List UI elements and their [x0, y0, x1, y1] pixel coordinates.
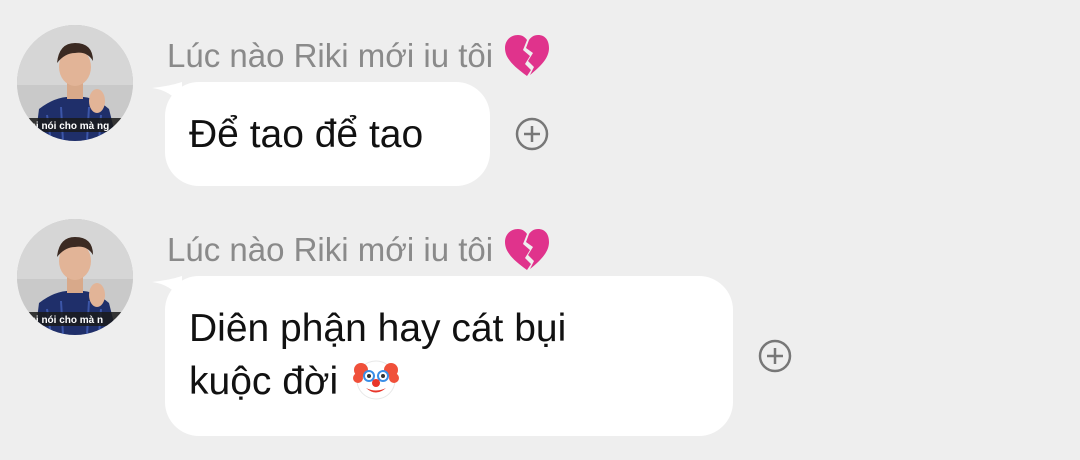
avatar[interactable]: mi nói cho mà n [17, 219, 133, 335]
sender-name: Lúc nào Riki mới iu tôi [167, 228, 551, 272]
message-text-line: Diên phận hay cát bụi [189, 307, 567, 350]
sender-label: Lúc nào Riki mới iu tôi [167, 231, 494, 268]
sender-label: Lúc nào Riki mới iu tôi [167, 37, 494, 74]
avatar-caption: mi nói cho mà ng [27, 121, 109, 132]
message-text: Để tao để tao [189, 113, 424, 156]
message-text: kuộc đời [189, 360, 339, 403]
chat-thread: mi nói cho mà ng Lúc nào Riki mới iu tôi… [0, 0, 1080, 460]
add-reaction-icon[interactable] [515, 117, 549, 151]
add-reaction-icon[interactable] [758, 339, 792, 373]
broken-heart-icon [503, 228, 551, 272]
message-text-line: kuộc đời [189, 355, 711, 408]
broken-heart-icon [503, 34, 551, 78]
sender-name: Lúc nào Riki mới iu tôi [167, 34, 551, 78]
message-bubble[interactable]: Để tao để tao [165, 82, 490, 186]
avatar-caption: mi nói cho mà n [27, 315, 103, 326]
avatar[interactable]: mi nói cho mà ng [17, 25, 133, 141]
message-bubble[interactable]: Diên phận hay cát bụi kuộc đời [165, 276, 733, 436]
clown-face-icon [353, 360, 399, 400]
